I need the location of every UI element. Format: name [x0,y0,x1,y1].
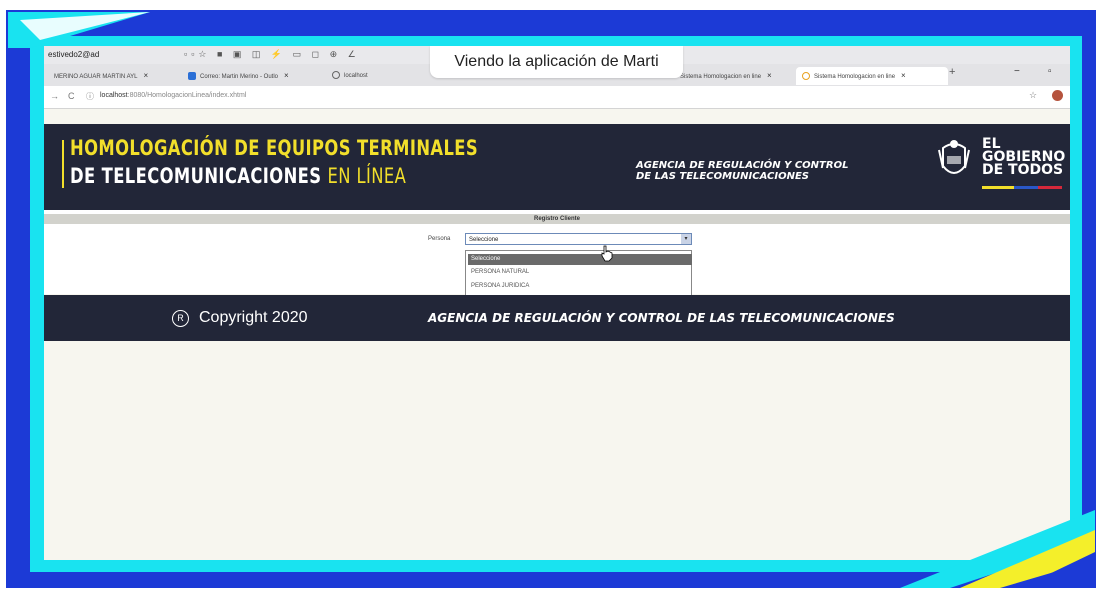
agency-line1: AGENCIA DE REGULACIÓN Y CONTROL [636,160,849,171]
gov-flag-stripe [982,186,1062,189]
slide-background: estivedo2@ad ▫▫☆ ■ ▣ ◫ ⚡ ▭ ◻ ⊕ ∠ MERINO … [0,0,1102,594]
globe-icon [332,71,340,80]
tab-label: Correo: Martin Merino - Outlo [200,74,279,80]
url-host: localhost [100,92,128,99]
header-title-line2: DE TELECOMUNICACIONES EN LÍNEA [70,164,406,188]
registered-icon: R [172,310,189,327]
profile-avatar-icon[interactable] [1052,90,1063,101]
close-icon[interactable]: × [901,71,906,80]
close-icon[interactable]: × [284,71,289,80]
select-value: Seleccione [469,237,499,243]
url-field[interactable]: localhost:8080/HomologacionLinea/index.x… [100,92,246,99]
header-title-accent: EN LÍNEA [327,164,407,188]
header-accent-bar [62,140,64,188]
forward-icon[interactable]: → [50,91,59,101]
app-footer: R Copyright 2020 AGENCIA DE REGULACIÓN Y … [44,295,1070,341]
address-bar: → C ⓘ localhost:8080/HomologacionLinea/i… [44,86,1070,109]
persona-dropdown-list: Seleccione PERSONA NATURAL PERSONA JURID… [465,250,692,300]
reload-icon[interactable]: C [68,91,75,101]
persona-label: Persona [428,236,451,242]
header-title-line1: HOMOLOGACIÓN DE EQUIPOS TERMINALES [70,136,479,160]
chevron-down-icon[interactable]: ▾ [681,234,691,244]
tab-label: Sistema Homologacion en line [814,74,896,80]
gov-line3: DE TODOS [982,162,1064,178]
section-title: Registro Cliente [44,214,1070,224]
hand-cursor-icon [601,245,613,262]
tab-localhost[interactable]: localhost [326,67,422,85]
option-persona-natural[interactable]: PERSONA NATURAL [468,267,692,278]
tab-label: MERINO AGUAR MARTIN AYL [54,74,138,80]
copyright: R Copyright 2020 [172,309,308,327]
tab-outlook[interactable]: Correo: Martin Merino - Outlo × [182,67,328,85]
option-seleccione[interactable]: Seleccione [468,254,692,265]
tab-homologacion-1[interactable]: Sistema Homologacion en line × [674,67,798,85]
page-body-empty [44,341,1070,560]
agency-name: AGENCIA DE REGULACIÓN Y CONTROL DE LAS T… [636,160,848,182]
header-title-main: DE TELECOMUNICACIONES [70,164,322,188]
loading-icon [802,72,810,81]
profile-name: estivedo2@ad [48,50,100,59]
agency-line2: DE LAS TELECOMUNICACIONES [636,171,809,182]
tab-merino[interactable]: MERINO AGUAR MARTIN AYL × [48,67,184,85]
coat-of-arms-icon [938,140,970,174]
maximize-icon[interactable]: ▫ [1048,66,1052,77]
copyright-text: Copyright 2020 [199,309,308,326]
option-persona-juridica[interactable]: PERSONA JURIDICA [468,281,692,292]
info-icon[interactable]: ⓘ [86,91,94,102]
tab-label: localhost [344,73,368,79]
extension-icons[interactable]: ▫▫☆ ■ ▣ ◫ ⚡ ▭ ◻ ⊕ ∠ [184,49,360,60]
footer-agency: AGENCIA DE REGULACIÓN Y CONTROL DE LAS T… [428,311,895,325]
gobierno-logo-text: EL GOBIERNO DE TODOS [982,137,1065,178]
bookmark-star-icon[interactable]: ☆ [1029,90,1037,101]
close-icon[interactable]: × [767,71,772,80]
url-path: :8080/HomologacionLinea/index.xhtml [127,92,247,99]
tab-label: Sistema Homologacion en line [680,74,762,80]
minimize-icon[interactable]: − [1014,66,1020,77]
close-icon[interactable]: × [143,71,148,80]
app-header: HOMOLOGACIÓN DE EQUIPOS TERMINALES DE TE… [44,124,1070,210]
new-tab-icon[interactable]: + [949,66,955,78]
outlook-icon [188,72,196,81]
screen-share-banner: Viendo la aplicación de Marti [430,46,683,78]
persona-select[interactable]: Seleccione ▾ [465,233,692,245]
screenshot-area: estivedo2@ad ▫▫☆ ■ ▣ ◫ ⚡ ▭ ◻ ⊕ ∠ MERINO … [44,46,1070,560]
tab-homologacion-active[interactable]: Sistema Homologacion en line × [796,67,948,85]
